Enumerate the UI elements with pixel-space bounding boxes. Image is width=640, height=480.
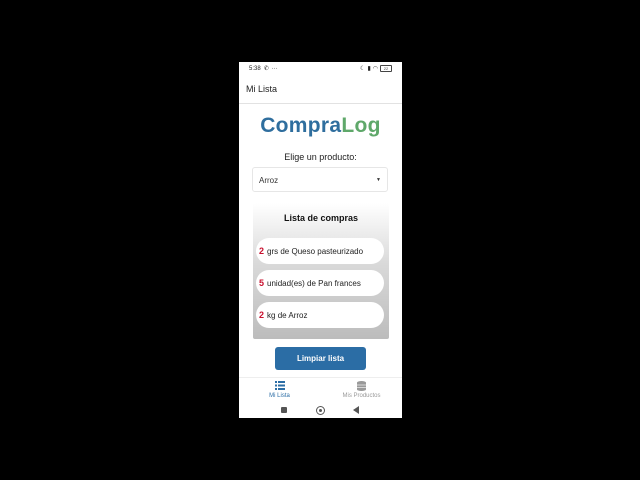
- wifi-icon: ◠: [372, 66, 378, 72]
- logo-part-compra: Compra: [260, 114, 342, 137]
- dropdown-arrow-icon: ▼: [376, 177, 381, 183]
- tab-label: Mis Productos: [342, 393, 381, 399]
- item-quantity: 2: [259, 310, 265, 320]
- status-time: 5:38: [249, 65, 261, 72]
- app-logo: CompraLog: [239, 114, 402, 138]
- item-text: unidad(es) de Pan frances: [267, 278, 361, 288]
- item-quantity: 5: [259, 278, 265, 288]
- item-quantity: 2: [259, 246, 265, 256]
- phone-screen: 5:38 ✆ ··· ☾ ▮ ◠ 22 Mi Lista CompraLog E…: [239, 62, 402, 418]
- status-bar: 5:38 ✆ ··· ☾ ▮ ◠ 22: [239, 62, 402, 75]
- moon-icon: ☾: [360, 66, 366, 72]
- product-select[interactable]: Arroz ▼: [252, 167, 388, 192]
- list-icon: [239, 381, 320, 391]
- page-title: Mi Lista: [246, 84, 278, 94]
- signal-icon: ▮: [367, 66, 371, 72]
- shopping-list-title: Lista de compras: [283, 213, 359, 223]
- logo-part-log: Log: [341, 114, 381, 137]
- clear-list-button[interactable]: Limpiar lista: [275, 347, 366, 370]
- list-item[interactable]: 5 unidad(es) de Pan frances: [256, 270, 384, 296]
- database-icon: [321, 381, 402, 391]
- tab-label: Mi Lista: [269, 393, 290, 399]
- item-text: grs de Queso pasteurizado: [267, 246, 364, 256]
- system-nav-bar: [239, 403, 402, 418]
- battery-icon: 22: [380, 65, 392, 72]
- item-text: kg de Arroz: [267, 310, 308, 320]
- tab-mis-productos[interactable]: Mis Productos: [321, 381, 402, 399]
- more-icon: ···: [271, 65, 278, 72]
- tab-mi-lista[interactable]: Mi Lista: [239, 381, 320, 399]
- bottom-tab-bar: Mi Lista Mis Productos: [239, 377, 402, 403]
- back-icon[interactable]: [353, 406, 359, 414]
- recents-icon[interactable]: [281, 407, 287, 413]
- shopping-list: Lista de compras 2 grs de Queso pasteuri…: [253, 203, 389, 339]
- product-select-value: Arroz: [259, 176, 279, 185]
- list-item[interactable]: 2 grs de Queso pasteurizado: [256, 238, 384, 264]
- product-prompt: Elige un producto:: [284, 152, 357, 162]
- whatsapp-icon: ✆: [263, 66, 269, 72]
- home-icon[interactable]: [316, 406, 325, 415]
- app-header: Mi Lista: [239, 76, 402, 104]
- list-item[interactable]: 2 kg de Arroz: [256, 302, 384, 328]
